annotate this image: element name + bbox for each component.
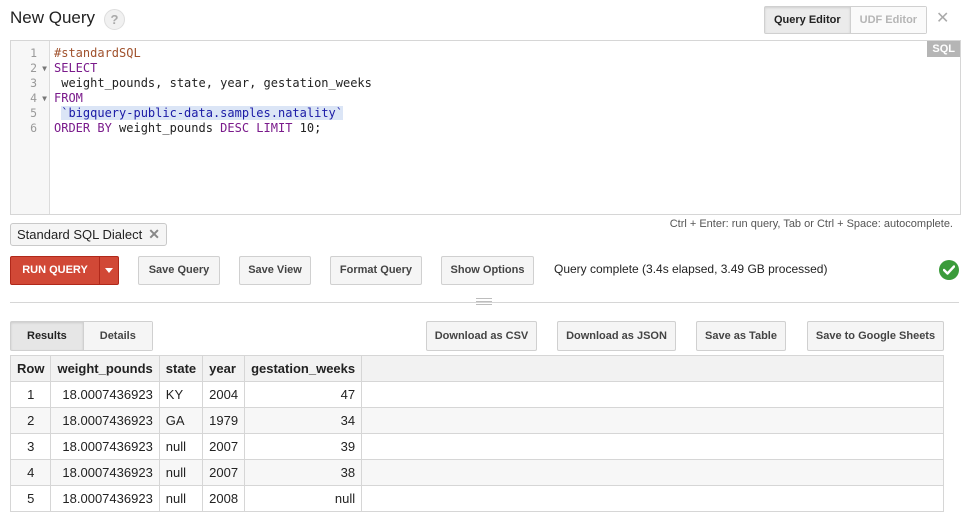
table-cell: 2007 (202, 459, 246, 486)
column-header: gestation_weeks (244, 355, 363, 382)
help-icon[interactable]: ? (104, 9, 125, 30)
table-cell: null (244, 485, 363, 512)
tab-details[interactable]: Details (83, 322, 152, 350)
code-line: #standardSQL (54, 46, 141, 60)
dialect-label: Standard SQL Dialect (17, 227, 143, 242)
table-cell: 18.0007436923 (50, 485, 160, 512)
table-cell: 4 (9, 459, 52, 486)
table-row: 5 18.0007436923 null 2008 null (9, 485, 944, 512)
table-cell: 38 (244, 459, 363, 486)
table-cell: 47 (244, 381, 363, 408)
gutter-line: 4 ▼ (30, 91, 47, 106)
code-line: ORDER BY weight_pounds DESC LIMIT 10; (54, 121, 322, 135)
table-cell: null (158, 459, 204, 486)
results-table: Row weight_pounds state year gestation_w… (9, 355, 944, 512)
code-line: `bigquery-public-data.samples.natality` (54, 106, 343, 121)
close-icon[interactable]: ✕ (936, 10, 949, 28)
table-cell: 3 (9, 433, 52, 460)
save-to-sheets-button[interactable]: Save to Google Sheets (807, 321, 944, 351)
table-cell: 39 (244, 433, 363, 460)
column-header: weight_pounds (50, 355, 160, 382)
line-number-gutter: 1 2 ▼ 3 4 ▼ 5 6 (11, 41, 50, 214)
run-options-dropdown[interactable] (100, 257, 118, 284)
column-header: state (158, 355, 204, 382)
fold-arrow-icon[interactable]: ▼ (42, 61, 47, 76)
tab-query-editor[interactable]: Query Editor (765, 7, 851, 33)
column-filler (361, 355, 944, 382)
table-cell (361, 407, 944, 434)
table-cell: 2008 (202, 485, 246, 512)
resize-grip-icon[interactable] (476, 298, 492, 306)
gutter-line: 1 (30, 46, 37, 60)
column-header: year (202, 355, 246, 382)
table-cell: 18.0007436923 (50, 381, 160, 408)
sql-editor[interactable]: 1 2 ▼ 3 4 ▼ 5 6 #standardSQL SELECT weight… (10, 40, 961, 215)
format-query-button[interactable]: Format Query (330, 256, 422, 285)
fold-arrow-icon[interactable]: ▼ (42, 91, 47, 106)
column-header: Row (9, 355, 52, 382)
save-as-table-button[interactable]: Save as Table (696, 321, 786, 351)
table-cell: 1979 (202, 407, 246, 434)
table-cell: 5 (9, 485, 52, 512)
gutter-line: 5 (30, 106, 37, 120)
dropdown-caret-icon (105, 268, 113, 273)
remove-chip-icon[interactable]: ✕ (148, 224, 160, 245)
table-cell (361, 433, 944, 460)
table-row: 1 18.0007436923 KY 2004 47 (9, 381, 944, 408)
table-cell: 2004 (202, 381, 246, 408)
gutter-line: 6 (30, 121, 37, 135)
table-cell: GA (158, 407, 204, 434)
table-cell (361, 459, 944, 486)
table-reference: `bigquery-public-data.samples.natality` (61, 106, 343, 120)
table-cell (361, 485, 944, 512)
success-check-icon (939, 260, 959, 280)
keyboard-hint: Ctrl + Enter: run query, Tab or Ctrl + S… (669, 218, 953, 230)
table-header-row: Row weight_pounds state year gestation_w… (9, 355, 944, 382)
table-cell: null (158, 485, 204, 512)
tab-results[interactable]: Results (11, 322, 84, 350)
table-cell: 1 (9, 381, 52, 408)
table-cell: KY (158, 381, 204, 408)
save-view-button[interactable]: Save View (239, 256, 311, 285)
table-cell (361, 381, 944, 408)
table-row: 3 18.0007436923 null 2007 39 (9, 433, 944, 460)
download-json-button[interactable]: Download as JSON (557, 321, 676, 351)
page-title: New Query (10, 8, 96, 27)
dialect-chip: Standard SQL Dialect ✕ (10, 223, 167, 246)
run-query-button[interactable]: RUN QUERY (10, 256, 119, 285)
sql-language-badge: SQL (927, 41, 960, 57)
gutter-line: 2 ▼ (30, 61, 47, 76)
table-cell: 2 (9, 407, 52, 434)
query-status: Query complete (3.4s elapsed, 3.49 GB pr… (554, 262, 828, 276)
code-line: weight_pounds, state, year, gestation_we… (54, 76, 372, 90)
show-options-button[interactable]: Show Options (441, 256, 534, 285)
code-line: FROM (54, 91, 83, 105)
tab-udf-editor[interactable]: UDF Editor (850, 7, 927, 33)
table-cell: 18.0007436923 (50, 407, 160, 434)
table-cell: 18.0007436923 (50, 459, 160, 486)
download-csv-button[interactable]: Download as CSV (426, 321, 537, 351)
gutter-line: 3 (30, 76, 37, 90)
table-row: 2 18.0007436923 GA 1979 34 (9, 407, 944, 434)
code-line: SELECT (54, 61, 98, 75)
save-query-button[interactable]: Save Query (138, 256, 220, 285)
table-cell: 18.0007436923 (50, 433, 160, 460)
table-row: 4 18.0007436923 null 2007 38 (9, 459, 944, 486)
editor-mode-tabs: Query Editor UDF Editor (764, 6, 928, 34)
run-query-label[interactable]: RUN QUERY (11, 257, 100, 284)
table-cell: 2007 (202, 433, 246, 460)
table-cell: 34 (244, 407, 363, 434)
table-cell: null (158, 433, 204, 460)
results-tabs: Results Details (10, 321, 153, 351)
